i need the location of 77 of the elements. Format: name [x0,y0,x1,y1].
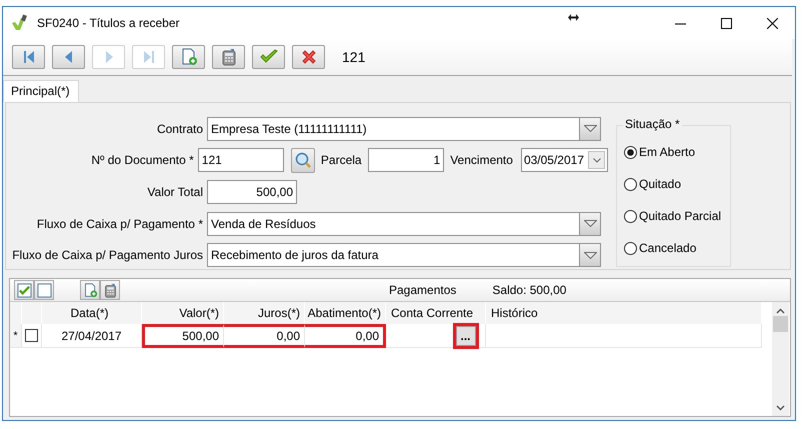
dropdown-button[interactable] [579,244,600,266]
calculator-button[interactable] [100,280,120,300]
scrollbar[interactable] [772,302,789,416]
dropdown-field[interactable]: Venda de Resíduos [207,212,601,236]
radio-label[interactable]: Em Aberto [639,145,696,159]
caret-icon [584,125,596,132]
new-button[interactable] [172,45,205,69]
select-all-button[interactable] [14,280,34,300]
column-header[interactable]: Abatimento(*) [305,302,386,324]
radio-label[interactable]: Cancelado [639,241,696,255]
field-label: Fluxo de Caixa p/ Pagamento * [36,216,203,231]
empty-box-icon [36,282,52,298]
table-cell: 0,00 [305,324,386,348]
grid-title: Pagamentos [389,283,456,297]
input-field[interactable]: 121 [198,148,284,172]
date-field[interactable]: 03/05/2017 [520,148,608,172]
search-icon [294,151,312,170]
radio-button[interactable] [624,242,637,254]
field-label: Nº do Documento * [90,153,194,168]
input-field[interactable]: 500,00 [207,180,297,204]
radio-button[interactable] [624,146,637,158]
table-cell: 0,00 [224,324,305,348]
radio-label[interactable]: Quitado Parcial [639,209,722,223]
chevron-down-icon [592,158,600,163]
dropdown-button[interactable] [579,118,600,140]
calculator-icon [102,282,118,298]
scroll-up-icon [776,308,785,314]
radio-button[interactable] [624,178,637,190]
column-header[interactable]: Histórico [486,302,762,324]
new-document-icon [180,48,198,66]
radio-label[interactable]: Quitado [639,177,682,191]
new-button[interactable] [80,280,100,300]
new-document-icon [82,282,98,298]
caret-icon [584,220,596,228]
row-marker: * [10,324,22,348]
maximize-icon [720,18,732,28]
dropdown-field[interactable]: Empresa Teste (11111111111) [207,116,601,141]
calculator-icon [220,48,238,66]
resize-cursor-icon [568,14,579,20]
scroll-down-icon [776,405,785,411]
app-logo-icon [11,14,29,32]
tab[interactable]: Principal(*) [3,80,79,102]
table-cell: 27/04/2017 [42,324,142,348]
column-header[interactable]: Conta Corrente [386,302,486,324]
column-header[interactable]: Data(*) [42,302,142,324]
input-field[interactable]: 1 [368,148,444,172]
column-header[interactable]: Juros(*) [224,302,305,324]
field-label: Parcela [320,153,362,168]
checked-box-icon [16,282,32,298]
caret-icon [584,252,596,259]
field-label: Vencimento [450,153,513,168]
table-cell: 500,00 [142,324,224,348]
date-dropdown-button[interactable] [588,151,605,170]
checkbox[interactable] [25,329,38,342]
save-button[interactable] [252,45,285,69]
dropdown-field[interactable]: Recebimento de juros da fatura [207,243,601,268]
field-label: Fluxo de Caixa p/ Pagamento Juros [11,248,203,262]
dropdown-button[interactable] [579,212,600,235]
search-button[interactable] [290,148,315,173]
close-icon [300,49,316,65]
group-title: Situação * [623,117,682,131]
field-label: Valor Total [146,184,203,199]
calculator-button[interactable] [212,45,245,69]
window-title: SF0240 - Títulos a receber [37,16,181,30]
column-header[interactable]: Valor(*) [142,302,224,324]
record-number: 121 [342,49,366,65]
field-label: Contrato [156,122,203,136]
cancel-button[interactable] [292,45,325,69]
deselect-all-button[interactable] [34,280,54,300]
previous-button[interactable] [52,45,85,69]
scrollbar-thumb[interactable] [773,316,788,332]
close-icon [766,18,778,28]
check-icon [258,49,278,65]
header-cell [22,302,42,324]
radio-button[interactable] [624,210,637,222]
balance-text: Saldo: 500,00 [492,283,566,297]
first-button[interactable] [12,45,45,69]
